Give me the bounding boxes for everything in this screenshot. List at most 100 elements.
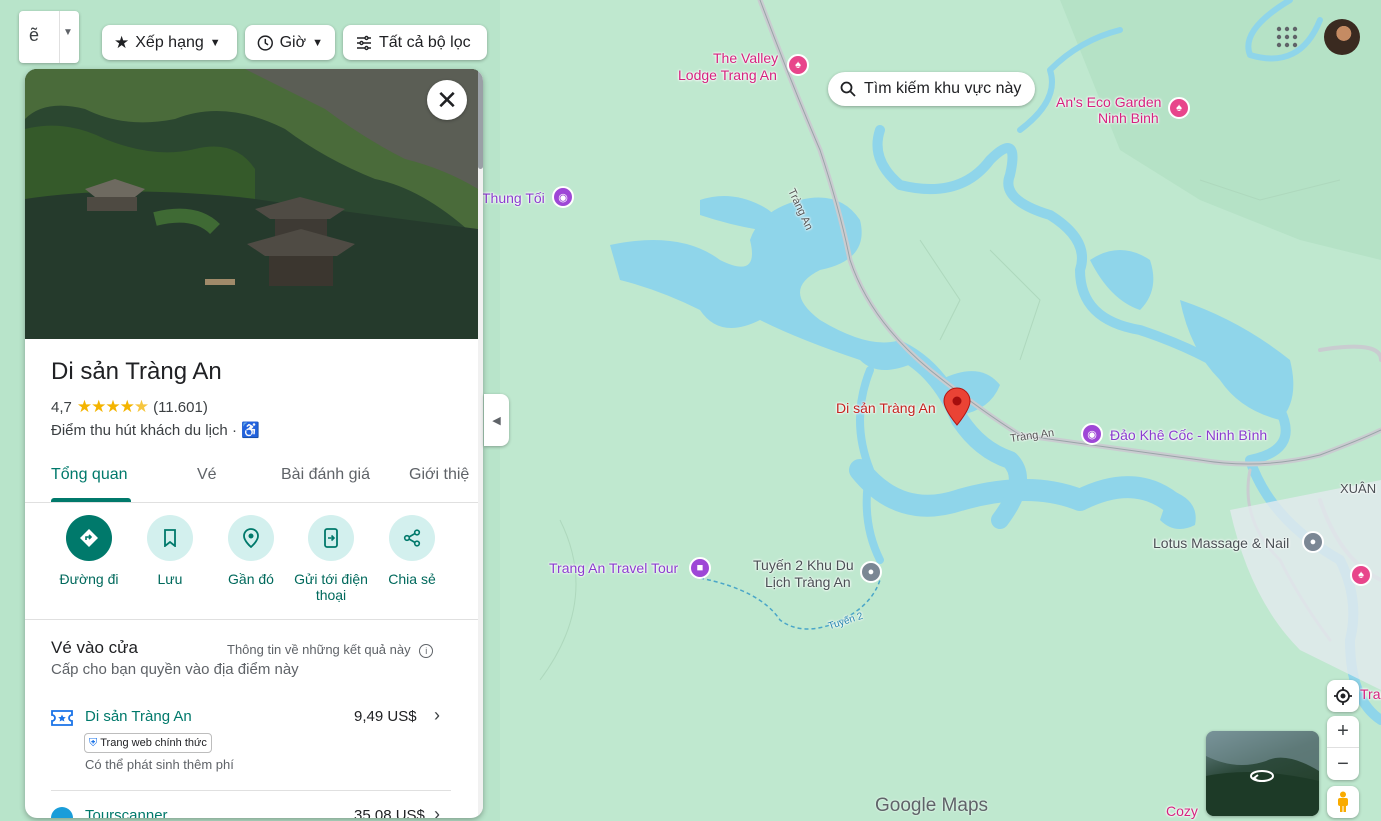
poi-cozy[interactable]: Cozy <box>1166 803 1198 819</box>
poi-lotus-massage[interactable]: Lotus Massage & Nail <box>1153 535 1289 551</box>
star-icon: ★ <box>114 32 130 52</box>
directions-label: Đường đi <box>59 571 119 587</box>
all-filters-button[interactable]: Tất cả bộ lọc <box>343 25 487 60</box>
collapse-panel-button[interactable]: ◀ <box>484 394 509 446</box>
nearby-button[interactable]: Gần đó <box>211 515 291 587</box>
poi-thung-toi[interactable]: Thung Tối <box>482 190 545 206</box>
place-pin-icon[interactable]: ● <box>1302 531 1324 553</box>
share-button[interactable]: Chia sẻ <box>372 515 452 587</box>
google-maps-logo: Google Maps <box>875 795 989 816</box>
poi-ans-eco-line2[interactable]: Ninh Binh <box>1098 110 1159 126</box>
pegman-icon <box>1338 791 1348 812</box>
chevron-down-icon[interactable]: ▼ <box>63 27 73 38</box>
zoom-in-button[interactable]: + <box>1327 716 1359 748</box>
account-avatar[interactable] <box>1324 19 1360 55</box>
my-location-button[interactable] <box>1327 680 1359 712</box>
landmark-icon[interactable]: ■ <box>689 557 711 579</box>
place-category: Điểm thu hút khách du lịch · ♿ <box>51 421 260 439</box>
poi-travel-tour[interactable]: Trang An Travel Tour <box>549 560 678 576</box>
rating-filter-label: Xếp hạng <box>135 33 204 51</box>
tickets-info-text[interactable]: Thông tin về những kết quả này i <box>227 642 434 658</box>
hotel-icon[interactable]: ♠ <box>1350 564 1372 586</box>
apps-grid-icon[interactable] <box>1276 26 1298 48</box>
directions-button[interactable]: Đường đi <box>49 515 129 587</box>
hotel-icon[interactable]: ♠ <box>787 54 809 76</box>
poi-ans-eco[interactable]: An's Eco Garden <box>1056 94 1161 110</box>
wheelchair-icon: ♿ <box>241 422 260 439</box>
tab-tickets[interactable]: Vé <box>197 466 217 484</box>
zoom-out-button[interactable]: − <box>1327 748 1359 780</box>
dropdown-arrow-icon: ▼ <box>209 36 221 49</box>
divider <box>25 619 478 620</box>
review-count[interactable]: (11.601) <box>153 399 208 416</box>
crosshair-icon <box>1334 687 1352 705</box>
close-button[interactable]: ✕ <box>427 80 467 120</box>
panel-scrollbar[interactable] <box>478 69 483 818</box>
tab-overview[interactable]: Tổng quan <box>51 466 128 484</box>
hotel-icon[interactable]: ♠ <box>1168 97 1190 119</box>
chevron-right-icon[interactable]: › <box>434 705 440 726</box>
place-pin-icon[interactable]: ● <box>860 561 882 583</box>
poi-valley-lodge-line2[interactable]: Lodge Trang An <box>678 67 777 83</box>
place-details-panel: ✕ Di sản Tràng An 4,7 ★★★★★ (11.601) Điể… <box>25 69 483 818</box>
layer-switcher[interactable]: ẽ ▼ <box>19 11 79 63</box>
share-icon <box>389 515 435 561</box>
search-this-area-label: Tìm kiếm khu vực này <box>864 80 1022 97</box>
info-icon[interactable]: i <box>419 644 434 658</box>
tickets-section-subtitle: Cấp cho bạn quyền vào địa điểm này <box>51 661 299 678</box>
official-site-label: Trang web chính thức <box>100 737 207 749</box>
send-to-phone-icon <box>308 515 354 561</box>
save-label: Lưu <box>157 571 183 587</box>
shield-check-icon: ⛨ <box>89 736 98 749</box>
layers-icon: ẽ <box>29 25 40 45</box>
search-icon <box>840 81 856 97</box>
camera-icon[interactable]: ◉ <box>1081 423 1103 445</box>
extra-fee-note: Có thể phát sinh thêm phí <box>85 757 234 772</box>
directions-icon <box>66 515 112 561</box>
tickets-info-label: Thông tin về những kết quả này <box>227 642 411 657</box>
official-site-badge: ⛨ Trang web chính thức <box>84 733 212 753</box>
send-to-phone-button[interactable]: Gửi tới điện thoại <box>291 515 371 603</box>
dropdown-arrow-icon: ▼ <box>312 36 323 49</box>
ticket-provider-name[interactable]: Di sản Tràng An <box>85 708 192 725</box>
ticket-icon <box>51 710 73 726</box>
place-hero-photo[interactable]: ✕ <box>25 69 478 339</box>
tab-reviews[interactable]: Bài đánh giá <box>281 466 370 484</box>
send-to-phone-label: Gửi tới điện <box>294 571 368 587</box>
area-label-xuan: XUÂN <box>1340 481 1377 496</box>
tourscanner-logo <box>51 807 73 818</box>
nearby-label: Gần đó <box>228 571 274 587</box>
scrollbar-thumb[interactable] <box>478 69 483 169</box>
pegman-button[interactable] <box>1327 786 1359 818</box>
place-tabs: Tổng quan Vé Bài đánh giá Giới thiệ <box>25 452 478 503</box>
divider <box>51 790 451 791</box>
street-view-thumbnail[interactable] <box>1206 731 1319 816</box>
rating-stars: ★★★★★ <box>76 397 149 416</box>
ticket-price: 35,08 US$ <box>354 807 425 818</box>
poi-khe-coc[interactable]: Đảo Khê Cốc - Ninh Bình <box>1110 427 1267 443</box>
caret-left-icon: ◀ <box>492 414 501 427</box>
poi-tran[interactable]: Tran <box>1360 686 1381 702</box>
poi-tuyen-2-line2[interactable]: Lịch Tràng An <box>765 574 851 590</box>
search-this-area-button[interactable]: Tìm kiếm khu vực này <box>828 72 1036 106</box>
ticket-provider-name[interactable]: Tourscanner <box>85 807 168 818</box>
ticket-price: 9,49 US$ <box>354 708 417 725</box>
tickets-section-title: Vé vào cửa <box>51 638 138 657</box>
rating-filter-button[interactable]: ★ Xếp hạng ▼ <box>102 25 237 60</box>
rating-row[interactable]: 4,7 ★★★★★ (11.601) <box>51 397 208 417</box>
chevron-right-icon[interactable]: › <box>434 804 440 818</box>
poi-tuyen-2[interactable]: Tuyến 2 Khu Du <box>753 557 854 573</box>
save-button[interactable]: Lưu <box>130 515 210 587</box>
selected-place-label[interactable]: Di sản Tràng An <box>836 400 936 416</box>
tab-about[interactable]: Giới thiệ <box>409 466 469 484</box>
hours-filter-button[interactable]: Giờ ▼ <box>245 25 335 60</box>
share-label: Chia sẻ <box>388 571 436 587</box>
camera-icon[interactable]: ◉ <box>552 186 574 208</box>
hours-filter-label: Giờ <box>279 33 307 51</box>
tune-icon <box>357 35 371 50</box>
all-filters-label: Tất cả bộ lọc <box>379 33 471 51</box>
place-title: Di sản Tràng An <box>51 358 222 385</box>
send-to-phone-label-line2: thoại <box>315 587 347 603</box>
nearby-icon <box>228 515 274 561</box>
poi-valley-lodge[interactable]: The Valley <box>713 50 778 66</box>
